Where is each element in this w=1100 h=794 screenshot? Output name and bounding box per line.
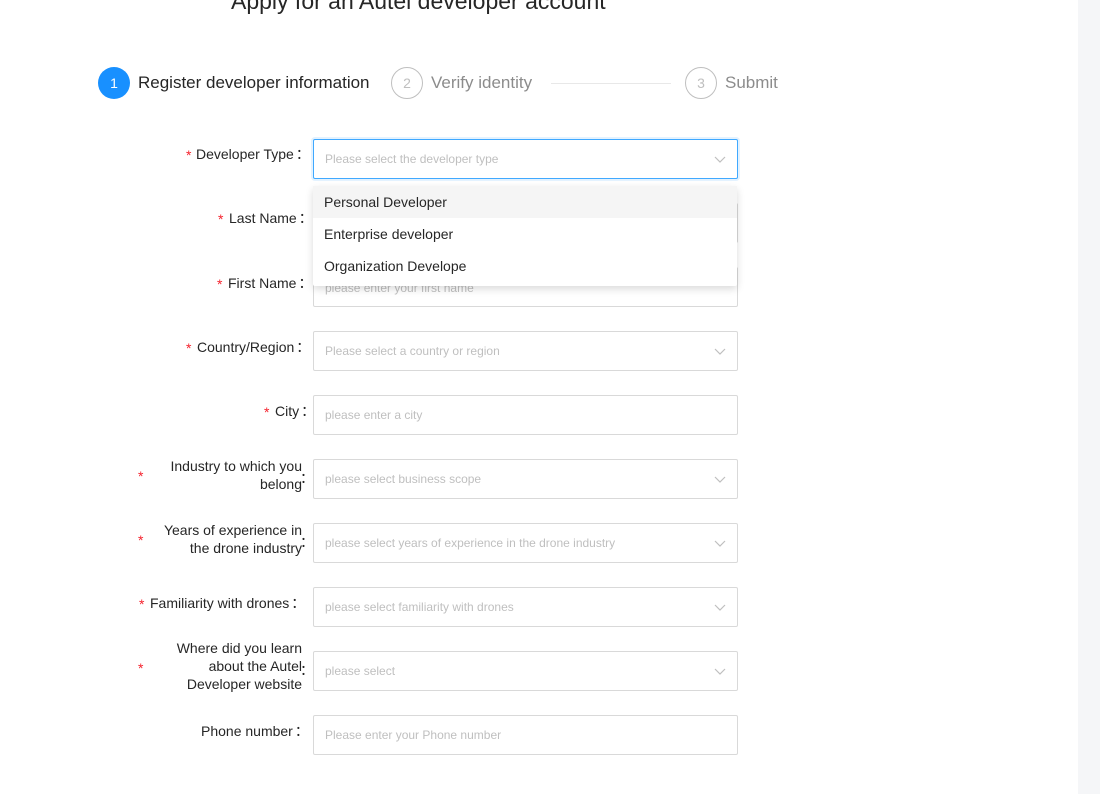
developer-type-placeholder: Please select the developer type xyxy=(325,152,499,166)
chevron-down-icon xyxy=(714,668,726,675)
step-1-number: 1 xyxy=(98,67,130,99)
industry-select[interactable]: please select business scope xyxy=(313,459,738,499)
developer-type-label: Developer Type： xyxy=(196,146,310,162)
developer-type-dropdown: Personal Developer Enterprise developer … xyxy=(313,186,737,286)
step-1: 1 Register developer information xyxy=(98,67,370,99)
phone-label: Phone number： xyxy=(201,723,309,739)
step-2: 2 Verify identity xyxy=(391,67,532,99)
step-3: 3 Submit xyxy=(685,67,778,99)
required-marker: * xyxy=(186,147,192,163)
right-scroll-rail xyxy=(1078,0,1100,794)
city-label: City： xyxy=(275,403,316,419)
step-connector xyxy=(551,83,671,84)
phone-placeholder: Please enter your Phone number xyxy=(325,728,502,742)
required-marker: * xyxy=(264,404,270,420)
required-marker: * xyxy=(218,211,224,227)
chevron-down-icon xyxy=(714,156,726,163)
country-select[interactable]: Please select a country or region xyxy=(313,331,738,371)
required-marker: * xyxy=(217,276,223,292)
page-title: Apply for an Autel developer account xyxy=(231,0,606,14)
step-1-label: Register developer information xyxy=(138,73,370,92)
source-label: Where did you learn about the Autel Deve… xyxy=(176,640,302,692)
chevron-down-icon xyxy=(714,540,726,547)
developer-type-select[interactable]: Please select the developer type xyxy=(313,139,738,179)
experience-placeholder: please select years of experience in the… xyxy=(325,536,616,550)
familiarity-label: Familiarity with drones： xyxy=(150,595,306,611)
source-placeholder: please select xyxy=(325,664,396,678)
familiarity-placeholder: please select familiarity with drones xyxy=(325,600,514,614)
dropdown-option-personal[interactable]: Personal Developer xyxy=(313,186,737,218)
chevron-down-icon xyxy=(714,476,726,483)
industry-placeholder: please select business scope xyxy=(325,472,482,486)
experience-label: Years of experience in the drone industr… xyxy=(163,522,302,556)
steps-bar: 1 Register developer information 2 Verif… xyxy=(98,67,798,99)
chevron-down-icon xyxy=(714,604,726,611)
step-2-label: Verify identity xyxy=(431,73,533,92)
phone-input[interactable]: Please enter your Phone number xyxy=(313,715,738,755)
country-placeholder: Please select a country or region xyxy=(325,344,500,358)
step-3-number: 3 xyxy=(685,67,717,99)
familiarity-select[interactable]: please select familiarity with drones xyxy=(313,587,738,627)
city-input[interactable]: please enter a city xyxy=(313,395,738,435)
required-marker: * xyxy=(139,596,145,612)
industry-colon: ： xyxy=(300,470,314,486)
dropdown-option-enterprise[interactable]: Enterprise developer xyxy=(313,218,737,250)
experience-select[interactable]: please select years of experience in the… xyxy=(313,523,738,563)
country-label: Country/Region： xyxy=(197,339,311,355)
experience-colon: ： xyxy=(300,534,314,550)
source-colon: ： xyxy=(300,662,314,678)
last-name-label: Last Name： xyxy=(229,210,313,226)
chevron-down-icon xyxy=(714,348,726,355)
step-2-number: 2 xyxy=(391,67,423,99)
dropdown-option-organization[interactable]: Organization Develope xyxy=(313,250,737,282)
city-placeholder: please enter a city xyxy=(325,408,423,422)
first-name-label: First Name： xyxy=(228,275,313,291)
industry-label: Industry to which you belong xyxy=(170,458,302,492)
required-marker: * xyxy=(186,340,192,356)
source-select[interactable]: please select xyxy=(313,651,738,691)
step-3-label: Submit xyxy=(725,73,778,92)
